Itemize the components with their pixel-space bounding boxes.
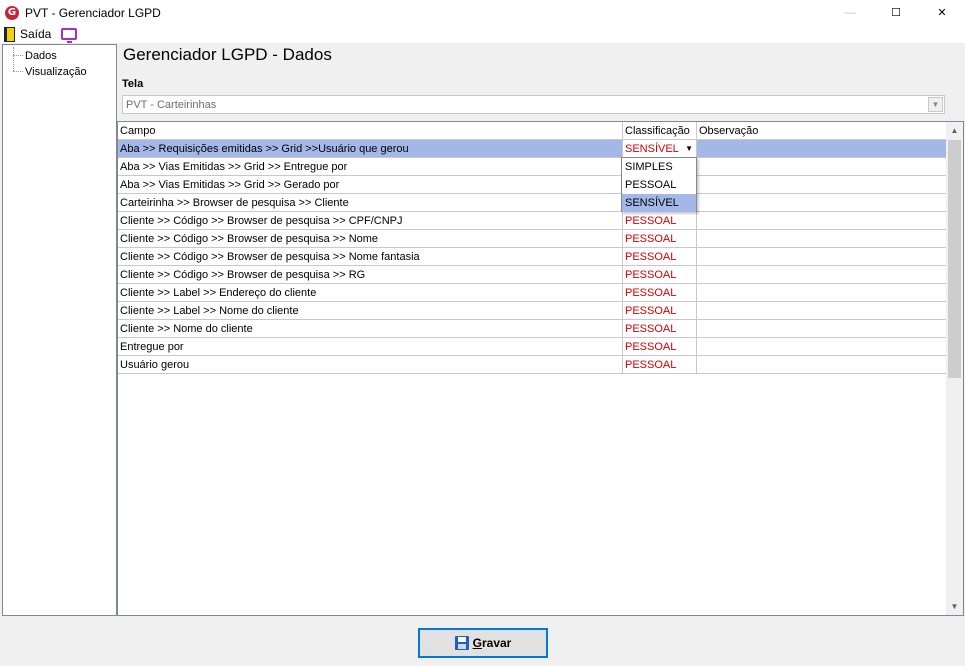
- dropdown-option[interactable]: SIMPLES: [622, 158, 696, 176]
- menu-item-exit[interactable]: Saída: [20, 27, 51, 41]
- cell-classificacao[interactable]: PESSOAL: [623, 284, 697, 301]
- scroll-down-icon[interactable]: ▼: [946, 598, 963, 615]
- tree-item-visualizacao[interactable]: Visualização: [3, 64, 87, 79]
- cell-campo[interactable]: Aba >> Vias Emitidas >> Grid >> Entregue…: [118, 158, 623, 175]
- table-row[interactable]: Cliente >> Código >> Browser de pesquisa…: [118, 212, 947, 230]
- page-title: Gerenciador LGPD - Dados: [123, 45, 332, 64]
- classification-select[interactable]: SENSÍVEL ▼: [623, 140, 697, 157]
- cell-observacao[interactable]: [697, 212, 947, 229]
- scroll-up-icon[interactable]: ▲: [946, 122, 963, 139]
- table-row[interactable]: Cliente >> Código >> Browser de pesquisa…: [118, 266, 947, 284]
- app-logo-icon: G: [5, 5, 19, 20]
- table-row[interactable]: Aba >> Vias Emitidas >> Grid >> Entregue…: [118, 158, 947, 176]
- cell-campo[interactable]: Carteirinha >> Browser de pesquisa >> Cl…: [118, 194, 623, 211]
- scrollbar-thumb[interactable]: [948, 140, 961, 378]
- table-row[interactable]: Aba >> Requisições emitidas >> Grid >>Us…: [118, 140, 947, 158]
- cell-classificacao[interactable]: PESSOAL: [623, 356, 697, 373]
- column-header-classificacao[interactable]: Classificação: [623, 122, 697, 140]
- data-grid: Campo Classificação Observação Aba >> Re…: [117, 121, 964, 616]
- table-row[interactable]: Entregue por PESSOAL: [118, 338, 947, 356]
- cell-observacao[interactable]: [697, 302, 947, 319]
- tela-label: Tela: [122, 78, 144, 90]
- tree-item-dados[interactable]: Dados: [3, 48, 57, 63]
- table-row[interactable]: Cliente >> Label >> Nome do cliente PESSO…: [118, 302, 947, 320]
- table-row[interactable]: Cliente >> Label >> Endereço do cliente P…: [118, 284, 947, 302]
- dropdown-option[interactable]: SENSÍVEL: [622, 194, 696, 212]
- table-row[interactable]: Cliente >> Código >> Browser de pesquisa…: [118, 230, 947, 248]
- cell-classificacao[interactable]: PESSOAL: [623, 248, 697, 265]
- table-row[interactable]: Cliente >> Nome do cliente PESSOAL: [118, 320, 947, 338]
- cell-campo[interactable]: Entregue por: [118, 338, 623, 355]
- cell-campo[interactable]: Aba >> Vias Emitidas >> Grid >> Gerado p…: [118, 176, 623, 193]
- cell-observacao[interactable]: [697, 158, 947, 175]
- cell-observacao[interactable]: [697, 248, 947, 265]
- cell-classificacao[interactable]: PESSOAL: [623, 266, 697, 283]
- cell-observacao[interactable]: [697, 338, 947, 355]
- dropdown-option[interactable]: PESSOAL: [622, 176, 696, 194]
- chevron-down-icon[interactable]: ▼: [928, 97, 943, 112]
- tree-item-label: Visualização: [25, 65, 87, 78]
- column-header-campo[interactable]: Campo: [118, 122, 623, 140]
- save-button[interactable]: Gravar: [418, 628, 548, 658]
- cell-observacao[interactable]: [697, 140, 947, 157]
- cell-observacao[interactable]: [697, 194, 947, 211]
- grid-body: Aba >> Requisições emitidas >> Grid >>Us…: [118, 140, 947, 374]
- tree-item-label: Dados: [25, 49, 57, 62]
- window-title: PVT - Gerenciador LGPD: [25, 5, 161, 20]
- cell-observacao[interactable]: [697, 176, 947, 193]
- exit-door-icon[interactable]: [4, 26, 15, 42]
- floppy-disk-icon: [454, 636, 469, 650]
- cell-observacao[interactable]: [697, 320, 947, 337]
- classification-select-value: SENSÍVEL: [625, 142, 679, 155]
- cell-campo[interactable]: Cliente >> Código >> Browser de pesquisa…: [118, 248, 623, 265]
- cell-campo[interactable]: Aba >> Requisições emitidas >> Grid >>Us…: [118, 140, 623, 157]
- cell-campo[interactable]: Cliente >> Código >> Browser de pesquisa…: [118, 230, 623, 247]
- vertical-scrollbar[interactable]: ▲ ▼: [946, 122, 963, 615]
- monitor-icon[interactable]: [61, 28, 78, 43]
- chevron-down-icon[interactable]: ▼: [685, 144, 693, 153]
- cell-classificacao[interactable]: PESSOAL: [623, 302, 697, 319]
- cell-observacao[interactable]: [697, 284, 947, 301]
- tree-connector: [13, 71, 23, 72]
- cell-observacao[interactable]: [697, 230, 947, 247]
- cell-observacao[interactable]: [697, 356, 947, 373]
- cell-observacao[interactable]: [697, 266, 947, 283]
- table-row[interactable]: Usuário gerou PESSOAL: [118, 356, 947, 374]
- table-row[interactable]: Cliente >> Código >> Browser de pesquisa…: [118, 248, 947, 266]
- table-row[interactable]: Carteirinha >> Browser de pesquisa >> Cl…: [118, 194, 947, 212]
- cell-campo[interactable]: Cliente >> Código >> Browser de pesquisa…: [118, 212, 623, 229]
- column-header-observacao[interactable]: Observação: [697, 122, 947, 140]
- menu-bar: Saída: [0, 25, 965, 43]
- tela-select[interactable]: PVT - Carteirinhas ▼: [122, 95, 945, 114]
- navigation-tree: Dados Visualização: [2, 44, 117, 616]
- save-button-label: Gravar: [472, 636, 512, 650]
- table-row[interactable]: Aba >> Vias Emitidas >> Grid >> Gerado p…: [118, 176, 947, 194]
- cell-campo[interactable]: Usuário gerou: [118, 356, 623, 373]
- cell-classificacao[interactable]: PESSOAL: [623, 338, 697, 355]
- cell-campo[interactable]: Cliente >> Nome do cliente: [118, 320, 623, 337]
- cell-classificacao[interactable]: PESSOAL: [623, 320, 697, 337]
- grid-header: Campo Classificação Observação: [118, 122, 947, 140]
- tree-connector: [13, 55, 23, 56]
- maximize-button[interactable]: ☐: [873, 0, 919, 25]
- cell-campo[interactable]: Cliente >> Label >> Nome do cliente: [118, 302, 623, 319]
- minimize-button[interactable]: —: [827, 0, 873, 25]
- cell-campo[interactable]: Cliente >> Label >> Endereço do cliente: [118, 284, 623, 301]
- classification-dropdown-list[interactable]: SIMPLES PESSOAL SENSÍVEL: [621, 157, 697, 212]
- tela-select-value: PVT - Carteirinhas: [126, 98, 217, 111]
- close-button[interactable]: ✕: [919, 0, 965, 25]
- cell-campo[interactable]: Cliente >> Código >> Browser de pesquisa…: [118, 266, 623, 283]
- cell-classificacao[interactable]: PESSOAL: [623, 230, 697, 247]
- cell-classificacao[interactable]: PESSOAL: [623, 212, 697, 229]
- title-bar: G PVT - Gerenciador LGPD — ☐ ✕: [0, 0, 965, 25]
